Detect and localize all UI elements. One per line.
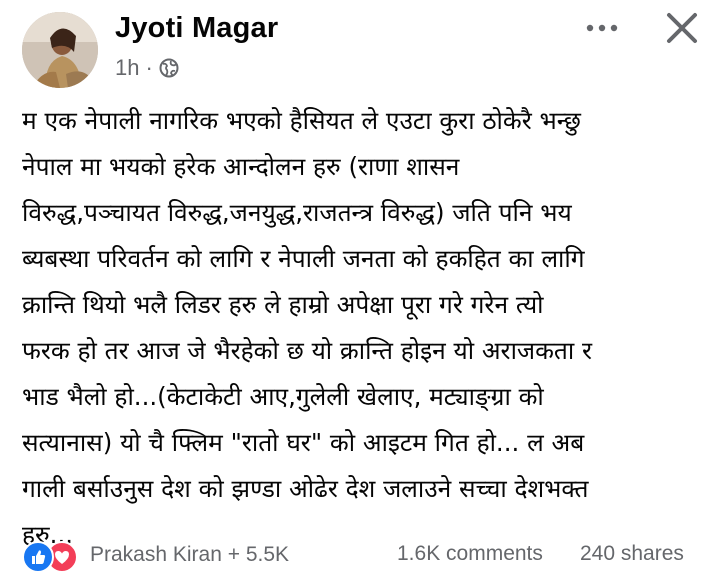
- post-text-line: सत्यानास) यो चै फ्लिम "रातो घर" को आइटम …: [22, 428, 585, 457]
- post-footer: Prakash Kiran + 5.5K 1.6K comments 240 s…: [0, 533, 720, 577]
- reactions-label: Prakash Kiran + 5.5K: [90, 543, 290, 566]
- like-icon: [22, 541, 54, 573]
- post-meta: 1h ·: [115, 55, 179, 81]
- close-button[interactable]: [660, 6, 704, 50]
- reactions-summary[interactable]: Prakash Kiran + 5.5K: [22, 540, 290, 573]
- post-text-line: फरक हो तर आज जे भैरहेको छ यो क्रान्ति हो…: [22, 336, 593, 365]
- more-options-button[interactable]: [578, 10, 626, 46]
- post-text-line: भाड भैलो हो...(केटाकेटी आए,गुलेली खेलाए,…: [22, 382, 544, 411]
- comments-count[interactable]: 1.6K comments: [397, 542, 543, 566]
- globe-icon[interactable]: [159, 58, 179, 78]
- timestamp[interactable]: 1h: [115, 55, 139, 81]
- avatar[interactable]: [22, 12, 98, 88]
- post-text-line: ब्यबस्था परिवर्तन को लागि र नेपाली जनता …: [22, 244, 585, 273]
- post-text-line: म एक नेपाली नागरिक भएको हैसियत ले एउटा क…: [22, 106, 581, 135]
- post-text-line: विरुद्ध,पञ्चायत विरुद्ध,जनयुद्ध,राजतन्त्…: [22, 198, 572, 227]
- post-text-line: क्रान्ति थियो भलै लिडर हरु ले हाम्रो अपे…: [22, 290, 544, 319]
- author-name[interactable]: Jyoti Magar: [115, 12, 278, 45]
- shares-count[interactable]: 240 shares: [580, 542, 684, 566]
- post-header: Jyoti Magar 1h ·: [0, 0, 720, 90]
- reaction-icons: [22, 540, 80, 573]
- post-text-line: नेपाल मा भयको हरेक आन्दोलन हरु (राणा शास…: [22, 152, 460, 181]
- post-text-line: गाली बर्साउनुस देश को झण्डा ओढेर देश जला…: [22, 474, 589, 503]
- post-text: म एक नेपाली नागरिक भएको हैसियत ले एउटा क…: [22, 98, 712, 558]
- avatar-image: [22, 12, 98, 88]
- meta-separator: ·: [145, 55, 153, 80]
- post-card: Jyoti Magar 1h · म एक नेपाली नागरिक भएको…: [0, 0, 720, 587]
- more-horizontal-icon: [586, 24, 618, 32]
- close-icon: [667, 13, 697, 43]
